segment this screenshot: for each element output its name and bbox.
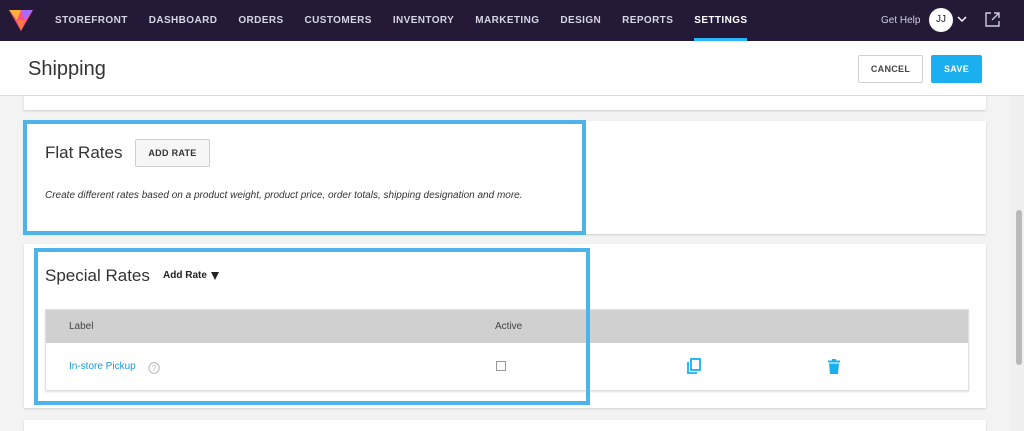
table-header: Label Active [46,310,968,343]
flat-rates-card [24,121,986,234]
special-rates-title: Special Rates [45,266,150,285]
cancel-button[interactable]: CANCEL [858,55,923,83]
get-help-link[interactable]: Get Help [881,0,920,41]
nav-item-customers[interactable]: CUSTOMERS [305,0,372,41]
avatar[interactable]: JJ [929,8,953,32]
flat-rates-title: Flat Rates [45,143,123,162]
svg-text:?: ? [152,364,157,373]
top-nav: STOREFRONT DASHBOARD ORDERS CUSTOMERS IN… [0,0,1024,41]
previous-section-card [24,96,986,110]
external-link-icon[interactable] [985,12,1000,27]
help-icon[interactable]: ? [148,362,160,374]
column-header-label: Label [69,321,94,332]
add-rate-label: Add Rate [163,270,207,281]
nav-menu: STOREFRONT DASHBOARD ORDERS CUSTOMERS IN… [55,0,768,41]
page-header: Shipping CANCEL SAVE [0,41,1024,96]
add-flat-rate-button[interactable]: ADD RATE [135,139,210,167]
nav-item-settings[interactable]: SETTINGS [694,0,748,41]
brand-logo[interactable] [8,8,34,32]
chevron-down-icon[interactable] [957,14,967,24]
trash-icon[interactable] [828,359,840,374]
column-header-active: Active [495,321,523,332]
nav-item-dashboard[interactable]: DASHBOARD [149,0,218,41]
table-row: In-store Pickup ? [46,343,968,390]
nav-item-marketing[interactable]: MARKETING [475,0,539,41]
rate-label-link[interactable]: In-store Pickup [69,361,136,372]
active-checkbox[interactable] [496,361,506,371]
nav-item-orders[interactable]: ORDERS [238,0,283,41]
add-special-rate-dropdown[interactable]: Add Rate [163,270,219,281]
save-button[interactable]: SAVE [931,55,982,83]
next-section-card [24,420,986,431]
nav-item-reports[interactable]: REPORTS [622,0,673,41]
caret-down-icon [210,271,219,280]
nav-item-design[interactable]: DESIGN [560,0,601,41]
special-rates-table: Label Active In-store Pickup ? [45,309,969,391]
nav-item-storefront[interactable]: STOREFRONT [55,0,128,41]
nav-item-inventory[interactable]: INVENTORY [393,0,454,41]
flat-rates-description: Create different rates based on a produc… [45,190,523,201]
scrollbar-thumb[interactable] [1016,210,1022,365]
page-title: Shipping [28,58,106,80]
copy-icon[interactable] [686,358,702,375]
